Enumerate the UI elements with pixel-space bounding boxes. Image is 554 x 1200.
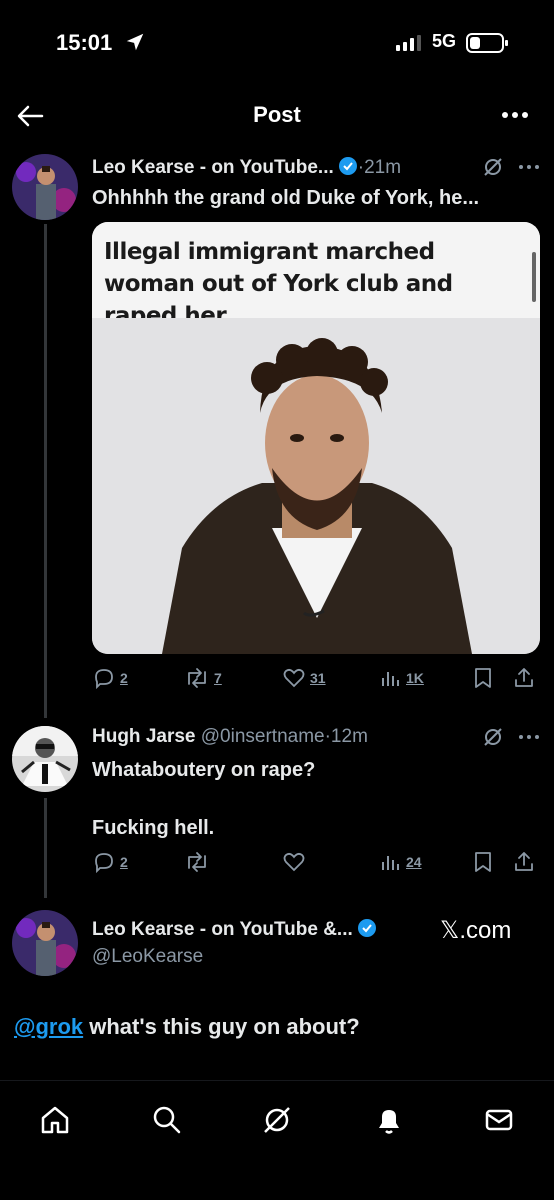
repost-count: 7 bbox=[214, 670, 222, 686]
top-nav: Post bbox=[0, 88, 554, 148]
bookmark-icon bbox=[475, 668, 491, 688]
network-label: 5G bbox=[432, 31, 457, 51]
share-icon bbox=[515, 668, 533, 687]
avatar[interactable] bbox=[12, 154, 78, 220]
source-watermark: 𝕏.com bbox=[440, 917, 512, 944]
search-icon[interactable] bbox=[150, 1103, 184, 1137]
tweet-actions: 2 24 bbox=[92, 848, 540, 878]
author-name[interactable]: Leo Kearse - on YouTube... bbox=[92, 157, 334, 178]
bookmark-icon bbox=[475, 852, 491, 872]
share-icon bbox=[515, 852, 533, 871]
views-icon bbox=[382, 672, 399, 686]
repost-icon bbox=[188, 852, 206, 872]
author-name[interactable]: Leo Kearse - on YouTube &... bbox=[92, 919, 353, 940]
heart-icon bbox=[283, 852, 305, 872]
verified-badge-icon bbox=[338, 157, 357, 175]
tweet-text: Whataboutery on rape? bbox=[92, 759, 316, 781]
author-name[interactable]: Hugh Jarse bbox=[92, 726, 195, 747]
notifications-icon[interactable] bbox=[372, 1103, 406, 1137]
tweet-text-body: what's this guy on about? bbox=[83, 1014, 360, 1039]
avatar[interactable] bbox=[12, 910, 78, 976]
author-handle[interactable]: @LeoKearse bbox=[92, 946, 203, 968]
share-button[interactable] bbox=[512, 848, 536, 876]
bookmark-button[interactable] bbox=[472, 848, 494, 876]
signal-icon bbox=[396, 35, 421, 51]
tweet-time: ·21m bbox=[357, 157, 402, 178]
tweet-text: @grok what's this guy on about? bbox=[14, 1014, 360, 1040]
grok-icon[interactable] bbox=[482, 156, 504, 178]
views-icon bbox=[382, 856, 399, 870]
tweet-author-row: Leo Kearse - on YouTube... ·21m bbox=[92, 156, 401, 179]
more-options-icon[interactable] bbox=[498, 100, 532, 130]
status-bar: 15:01 5G bbox=[0, 0, 554, 88]
more-options-icon[interactable] bbox=[516, 158, 542, 176]
mugshot-photo bbox=[92, 318, 540, 654]
thread-line bbox=[44, 798, 47, 898]
mention-link[interactable]: @grok bbox=[14, 1014, 83, 1039]
like-button[interactable] bbox=[282, 848, 306, 876]
tweet-text: Fucking hell. bbox=[92, 817, 215, 839]
tweet-text: Ohhhhh the grand old Duke of York, he... bbox=[92, 187, 480, 209]
reply-count: 2 bbox=[120, 854, 128, 870]
tweet-author-row: Leo Kearse - on YouTube &... bbox=[92, 918, 377, 941]
media-scrollbar bbox=[532, 252, 536, 302]
bookmark-button[interactable] bbox=[472, 664, 494, 692]
thread-line bbox=[44, 224, 47, 718]
views-count: 1K bbox=[406, 670, 424, 686]
more-options-icon[interactable] bbox=[516, 728, 542, 746]
views-button[interactable]: 1K bbox=[378, 664, 424, 692]
tweet-actions: 2 7 31 1K bbox=[92, 664, 540, 694]
media-headline-box: Illegal immigrant marched woman out of Y… bbox=[92, 222, 540, 329]
bottom-tab-bar bbox=[0, 1080, 554, 1200]
home-icon[interactable] bbox=[38, 1103, 72, 1137]
repost-button[interactable] bbox=[184, 848, 210, 876]
repost-button[interactable]: 7 bbox=[184, 664, 222, 692]
grok-icon[interactable] bbox=[260, 1103, 294, 1137]
views-button[interactable]: 24 bbox=[378, 848, 422, 876]
repost-icon bbox=[188, 668, 206, 688]
battery-icon bbox=[466, 33, 508, 53]
page-title: Post bbox=[253, 102, 301, 127]
messages-icon[interactable] bbox=[482, 1103, 516, 1137]
like-count: 31 bbox=[310, 670, 326, 686]
reply-icon bbox=[95, 669, 113, 690]
tweet-time: ·12m bbox=[324, 726, 368, 747]
grok-icon[interactable] bbox=[482, 726, 504, 748]
reply-icon bbox=[95, 853, 113, 874]
reply-button[interactable]: 2 bbox=[92, 848, 128, 876]
verified-badge-icon bbox=[357, 919, 376, 937]
avatar[interactable] bbox=[12, 726, 78, 792]
location-arrow-icon bbox=[126, 33, 144, 51]
share-button[interactable] bbox=[512, 664, 536, 692]
author-handle[interactable]: @0insertname bbox=[201, 726, 325, 747]
like-button[interactable]: 31 bbox=[282, 664, 326, 692]
heart-icon bbox=[283, 668, 305, 688]
status-time: 15:01 bbox=[56, 30, 113, 55]
reply-count: 2 bbox=[120, 670, 128, 686]
tweet-author-row: Hugh Jarse @0insertname·12m bbox=[92, 726, 368, 748]
views-count: 24 bbox=[406, 854, 422, 870]
reply-button[interactable]: 2 bbox=[92, 664, 128, 692]
tweet-media[interactable]: Illegal immigrant marched woman out of Y… bbox=[92, 222, 540, 654]
